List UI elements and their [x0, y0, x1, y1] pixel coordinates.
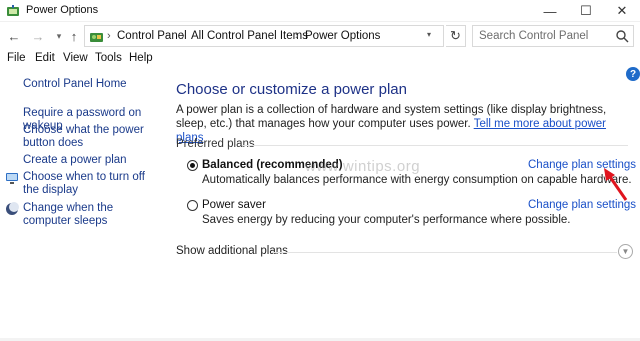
- breadcrumb-power-options[interactable]: Power Options: [305, 30, 380, 42]
- power-options-icon: [7, 5, 19, 16]
- menu-file[interactable]: File: [7, 52, 26, 64]
- page-title: Choose or customize a power plan: [176, 81, 407, 98]
- menu-view[interactable]: View: [63, 52, 88, 64]
- search-input[interactable]: [473, 26, 609, 46]
- power-button-link[interactable]: Choose what the power button does: [23, 124, 158, 150]
- left-pane: Control Panel Home Require a password on…: [0, 70, 160, 341]
- turn-off-display-link[interactable]: Choose when to turn off the display: [23, 171, 158, 197]
- breadcrumb-all-items[interactable]: All Control Panel Items: [191, 30, 308, 42]
- control-panel-icon: [90, 33, 103, 42]
- search-box: [472, 25, 634, 47]
- breadcrumb-control-panel[interactable]: Control Panel: [117, 30, 187, 42]
- watermark: www.wintips.org: [305, 158, 421, 175]
- expand-chevron-icon[interactable]: ▼: [618, 244, 633, 259]
- preferred-plans-label: Preferred plans: [176, 138, 255, 150]
- annotation-arrow-icon: [604, 168, 628, 201]
- window-title: Power Options: [26, 4, 99, 16]
- forward-arrow-icon[interactable]: →: [30, 27, 46, 45]
- help-icon[interactable]: ?: [626, 67, 640, 81]
- sleep-moon-icon: [6, 202, 19, 215]
- power-saver-plan-name[interactable]: Power saver: [202, 199, 266, 211]
- address-path[interactable]: › Control Panel › All Control Panel Item…: [84, 25, 444, 47]
- breadcrumb-separator: ›: [295, 30, 299, 42]
- show-additional-plans-label[interactable]: Show additional plans: [176, 245, 288, 257]
- title-bar: Power Options — ☐ ✕: [0, 0, 640, 22]
- control-panel-home-link[interactable]: Control Panel Home: [23, 78, 158, 91]
- minimize-button[interactable]: —: [532, 0, 568, 22]
- refresh-icon[interactable]: ↻: [446, 25, 466, 47]
- breadcrumb-separator: ›: [181, 30, 185, 42]
- balanced-radio[interactable]: [187, 160, 198, 171]
- power-saver-plan-description: Saves energy by reducing your computer's…: [202, 214, 571, 226]
- menu-bar: File Edit View Tools Help: [0, 50, 640, 68]
- address-bar: ← → ▾ ↑ › Control Panel › All Control Pa…: [0, 23, 640, 49]
- search-icon[interactable]: [615, 29, 629, 43]
- recent-locations-chevron-icon[interactable]: ▾: [51, 27, 67, 45]
- show-additional-divider: [272, 252, 617, 253]
- close-button[interactable]: ✕: [604, 0, 640, 22]
- maximize-button[interactable]: ☐: [568, 0, 604, 22]
- balanced-plan-description: Automatically balances performance with …: [202, 174, 632, 186]
- group-divider: [242, 145, 628, 146]
- menu-edit[interactable]: Edit: [35, 52, 55, 64]
- breadcrumb-separator: ›: [107, 30, 111, 42]
- up-arrow-icon[interactable]: ↑: [66, 27, 82, 45]
- display-icon: [6, 173, 18, 184]
- address-dropdown-chevron-icon[interactable]: ▾: [427, 30, 431, 39]
- menu-help[interactable]: Help: [129, 52, 153, 64]
- menu-tools[interactable]: Tools: [95, 52, 122, 64]
- back-arrow-icon[interactable]: ←: [6, 27, 22, 45]
- power-saver-radio[interactable]: [187, 200, 198, 211]
- computer-sleeps-link[interactable]: Change when the computer sleeps: [23, 202, 158, 228]
- create-power-plan-link[interactable]: Create a power plan: [23, 154, 158, 167]
